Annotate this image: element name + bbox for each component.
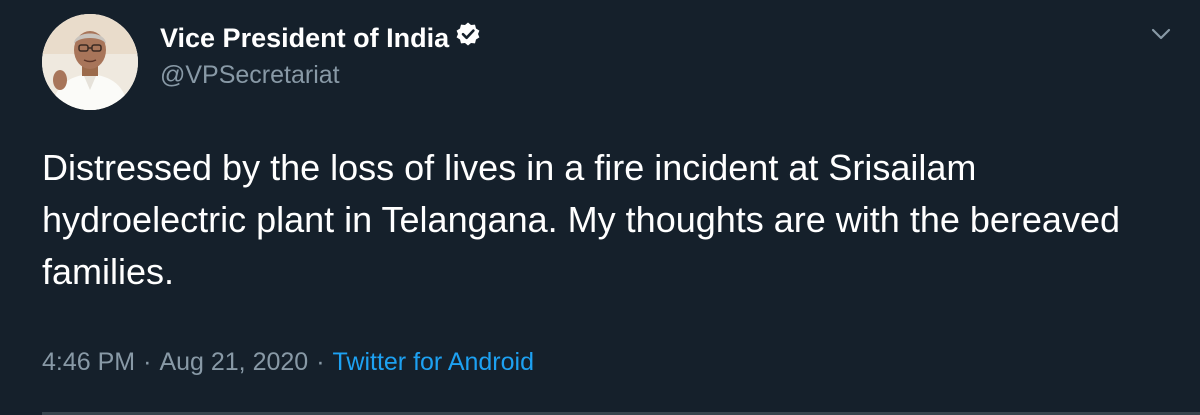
verified-badge-icon <box>455 20 481 56</box>
user-handle[interactable]: @VPSecretariat <box>160 58 340 92</box>
tweet-text: Distressed by the loss of lives in a fir… <box>42 147 1120 292</box>
avatar-image <box>42 14 138 110</box>
tweet-date[interactable]: Aug 21, 2020 <box>159 348 308 376</box>
avatar[interactable] <box>42 14 138 110</box>
chevron-down-icon[interactable] <box>1146 22 1176 46</box>
separator-dot: · <box>316 348 325 376</box>
tweet-time[interactable]: 4:46 PM <box>42 348 135 376</box>
tweet-card: Vice President of India @VPSecretariat D… <box>0 0 1200 415</box>
tweet-source-link[interactable]: Twitter for Android <box>333 348 534 376</box>
separator-dot: · <box>143 348 152 376</box>
tweet-metadata: 4:46 PM · Aug 21, 2020 · Twitter for Android <box>42 344 534 380</box>
display-name-text: Vice President of India <box>160 23 450 53</box>
display-name[interactable]: Vice President of India <box>160 20 481 56</box>
